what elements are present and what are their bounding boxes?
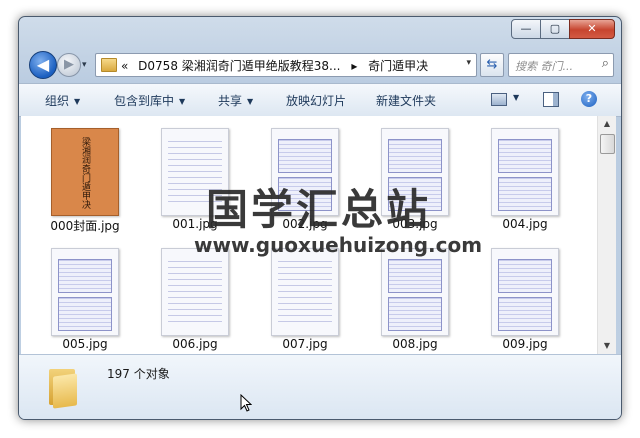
file-name: 009.jpg (502, 337, 548, 351)
diagram-block (498, 259, 552, 293)
share-menu[interactable]: 共享 ▼ (218, 92, 253, 109)
new-folder-button[interactable]: 新建文件夹 (376, 92, 436, 109)
page-thumbnail (491, 248, 559, 336)
minimize-button[interactable]: — (511, 19, 541, 39)
address-bar[interactable]: « D0758 梁湘润奇门遁甲绝版教程38... ▸ 奇门遁甲决 ▾ (95, 53, 477, 77)
recent-pages-dropdown[interactable]: ▾ (82, 60, 87, 70)
back-button[interactable]: ◀ (29, 51, 57, 79)
command-toolbar: 组织 ▼ 包含到库中 ▼ 共享 ▼ 放映幻灯片 新建文件夹 ▼ ? (19, 83, 621, 117)
page-thumbnail (161, 248, 229, 336)
diagram-block (498, 297, 552, 331)
text-lines (168, 257, 222, 327)
item-count: 197 个对象 (107, 367, 170, 381)
file-name: 004.jpg (502, 217, 548, 231)
help-icon[interactable]: ? (581, 91, 597, 107)
folder-icon (101, 58, 117, 72)
maximize-button[interactable]: ▢ (540, 19, 570, 39)
diagram-block (58, 297, 112, 331)
file-item[interactable]: 009.jpg (475, 236, 575, 354)
search-icon[interactable]: ⌕ (602, 56, 609, 71)
diagram-block (388, 139, 442, 173)
chevron-down-icon: ▼ (179, 97, 186, 106)
breadcrumb: « D0758 梁湘润奇门遁甲绝版教程38... ▸ 奇门遁甲决 (121, 57, 428, 74)
change-view-icon[interactable] (491, 93, 507, 106)
breadcrumb-overflow[interactable]: « (121, 59, 128, 73)
watermark-url: www.guoxuehuizong.com (194, 233, 483, 257)
chevron-down-icon: ▼ (74, 97, 81, 106)
share-label: 共享 (218, 94, 243, 108)
scroll-thumb[interactable] (600, 134, 615, 154)
text-lines (278, 257, 332, 327)
search-input[interactable]: 搜索 奇门... ⌕ (508, 53, 614, 77)
title-bar[interactable]: — ▢ ✕ (19, 17, 621, 47)
file-name: 005.jpg (62, 337, 108, 351)
diagram-block (498, 177, 552, 211)
page-thumbnail (271, 248, 339, 336)
cover-thumbnail: 梁湘润奇门遁甲决 (51, 128, 119, 216)
include-library-label: 包含到库中 (114, 94, 175, 108)
view-options-dropdown[interactable]: ▼ (513, 93, 519, 102)
folder-icon (47, 367, 79, 409)
organize-menu[interactable]: 组织 ▼ (45, 92, 80, 109)
page-thumbnail (491, 128, 559, 216)
include-in-library-menu[interactable]: 包含到库中 ▼ (114, 92, 185, 109)
organize-label: 组织 (45, 94, 70, 108)
breadcrumb-parent-folder[interactable]: D0758 梁湘润奇门遁甲绝版教程38... (138, 59, 340, 73)
preview-pane-icon[interactable] (543, 92, 559, 107)
mouse-cursor-icon (240, 394, 252, 412)
diagram-block (388, 259, 442, 293)
file-item[interactable]: 梁湘润奇门遁甲决 000封面.jpg (35, 116, 135, 234)
search-placeholder: 搜索 奇门... (515, 60, 573, 73)
breadcrumb-separator[interactable]: ▸ (351, 59, 357, 73)
file-name: 000封面.jpg (50, 219, 120, 233)
window-controls: — ▢ ✕ (511, 19, 615, 39)
file-name: 006.jpg (172, 337, 218, 351)
page-thumbnail (51, 248, 119, 336)
details-pane: 197 个对象 (19, 354, 621, 419)
scroll-down-button[interactable]: ▼ (598, 338, 616, 354)
vertical-scrollbar[interactable]: ▲ ▼ (597, 116, 616, 354)
navigation-bar: ◀ ▶ ▾ « D0758 梁湘润奇门遁甲绝版教程38... ▸ 奇门遁甲决 ▾… (19, 47, 621, 83)
file-item[interactable]: 005.jpg (35, 236, 135, 354)
file-name: 007.jpg (282, 337, 328, 351)
close-button[interactable]: ✕ (569, 19, 615, 39)
diagram-block (58, 259, 112, 293)
file-name: 008.jpg (392, 337, 438, 351)
page-thumbnail (381, 248, 449, 336)
breadcrumb-current-folder[interactable]: 奇门遁甲决 (368, 59, 428, 73)
chevron-down-icon: ▼ (247, 97, 254, 106)
address-dropdown-icon[interactable]: ▾ (466, 58, 471, 68)
diagram-block (498, 139, 552, 173)
diagram-block (388, 297, 442, 331)
scroll-up-button[interactable]: ▲ (598, 116, 616, 132)
slideshow-button[interactable]: 放映幻灯片 (286, 92, 346, 109)
file-item[interactable]: 004.jpg (475, 116, 575, 234)
refresh-button[interactable]: ⇆ (480, 53, 504, 77)
forward-button[interactable]: ▶ (57, 53, 81, 77)
diagram-block (278, 139, 332, 173)
cover-title-text: 梁湘润奇门遁甲决 (80, 137, 90, 209)
watermark-title: 国学汇总站 (206, 185, 432, 234)
